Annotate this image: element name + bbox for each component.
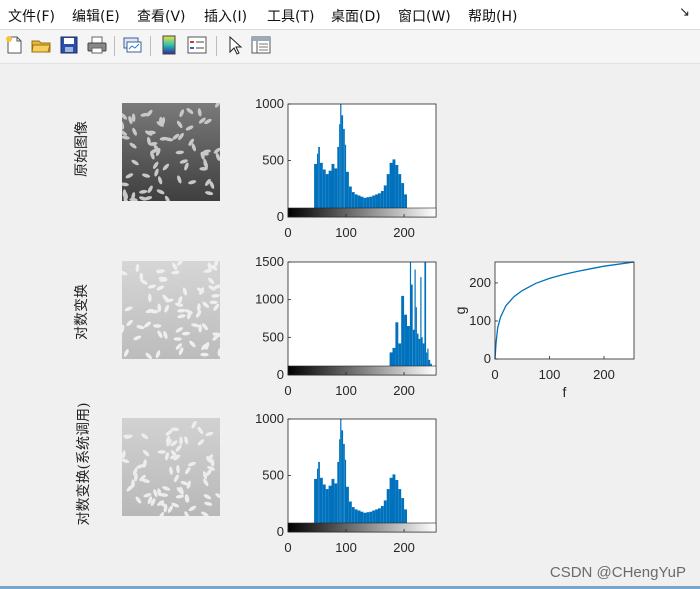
- new-figure-icon[interactable]: [3, 34, 25, 56]
- x-tick-label: 100: [335, 540, 357, 555]
- y-tick-label: 100: [469, 313, 491, 328]
- histogram-bar: [411, 284, 413, 375]
- rice-grain: [209, 300, 218, 305]
- legend-icon[interactable]: [186, 34, 208, 56]
- x-tick-label: 0: [491, 367, 498, 382]
- histogram-bar: [344, 459, 347, 532]
- histogram-bar: [339, 124, 341, 217]
- histogram-bar: [337, 461, 339, 532]
- x-axis-label: f: [563, 384, 567, 400]
- x-tick-label: 0: [284, 225, 291, 240]
- histogram-bar: [317, 468, 319, 532]
- x-tick-label: 200: [593, 367, 615, 382]
- rice-grain: [199, 167, 208, 171]
- histogram-bar: [415, 307, 417, 375]
- y-tick-label: 500: [262, 329, 284, 344]
- grayscale-colorbar: [287, 365, 437, 376]
- y-tick-label: 500: [262, 153, 284, 168]
- plot-area: [495, 262, 634, 359]
- histogram-bar: [337, 146, 339, 217]
- x-tick-label: 200: [393, 383, 415, 398]
- histogram-bar: [414, 269, 416, 375]
- print-icon[interactable]: [86, 34, 108, 56]
- open-folder-icon[interactable]: [30, 34, 52, 56]
- histogram-bar: [318, 461, 320, 532]
- menu-desktop[interactable]: 桌面(D): [331, 6, 381, 26]
- log-transformed-image: [122, 261, 220, 359]
- figure-canvas: 原始图像 对数变换 对数变换(系统调用) 0 500 1000 0 100 200 0 50…: [0, 64, 700, 589]
- histogram-bar: [420, 277, 422, 375]
- y-tick-label: 0: [277, 209, 284, 224]
- menu-insert[interactable]: 插入(I): [204, 6, 247, 26]
- menu-edit[interactable]: 编辑(E): [72, 6, 120, 26]
- pointer-icon[interactable]: [224, 34, 246, 56]
- menu-view[interactable]: 查看(V): [137, 6, 186, 26]
- histogram-bar: [409, 262, 412, 375]
- log-system-image: [122, 418, 220, 516]
- x-tick-label: 0: [284, 540, 291, 555]
- histogram-bar: [424, 262, 427, 375]
- histogram-bar: [341, 115, 344, 217]
- y-tick-label: 0: [484, 351, 491, 366]
- toolbar-separator: [114, 36, 115, 56]
- x-tick-label: 100: [539, 367, 561, 382]
- row-label-log: 对数变换: [74, 284, 90, 340]
- menu-window[interactable]: 窗口(W): [398, 6, 451, 26]
- x-tick-label: 200: [393, 540, 415, 555]
- histogram-bar: [339, 439, 341, 532]
- histogram-bar: [317, 153, 319, 217]
- y-tick-label: 1500: [255, 254, 284, 269]
- menu-bar: 文件(F) 编辑(E) 查看(V) 插入(I) 工具(T) 桌面(D) 窗口(W…: [0, 0, 700, 30]
- histogram-bar: [340, 104, 342, 217]
- original-image: [122, 103, 220, 201]
- row-label-original: 原始图像: [74, 121, 90, 177]
- dock-arrow-icon[interactable]: ↘: [679, 5, 690, 20]
- colorbar-icon[interactable]: [158, 34, 180, 56]
- toolbar-separator: [216, 36, 217, 56]
- menu-tools[interactable]: 工具(T): [267, 6, 314, 26]
- log-curve-plot: 0 100 200 0 100 200 f g: [452, 261, 635, 400]
- rice-grain: [179, 436, 183, 445]
- y-tick-label: 1000: [255, 96, 284, 111]
- y-axis-label: g: [452, 307, 468, 315]
- histogram-bar: [401, 295, 405, 375]
- histogram-bar: [343, 443, 345, 532]
- y-tick-label: 0: [277, 524, 284, 539]
- rice-grain: [157, 450, 166, 454]
- histogram-bar: [343, 128, 345, 217]
- histogram-bar: [340, 419, 342, 532]
- y-tick-label: 1000: [255, 411, 284, 426]
- y-tick-label: 0: [277, 367, 284, 382]
- x-tick-label: 100: [335, 225, 357, 240]
- rice-grain: [198, 324, 202, 333]
- grayscale-colorbar: [287, 207, 437, 218]
- x-tick-label: 0: [284, 383, 291, 398]
- watermark: CSDN @CHengYuP: [549, 564, 686, 581]
- x-tick-label: 100: [335, 383, 357, 398]
- histogram-bar: [318, 146, 320, 217]
- row-label-log-system: 对数变换(系统调用): [76, 402, 92, 526]
- menu-help[interactable]: 帮助(H): [468, 6, 517, 26]
- histogram-bar: [344, 144, 347, 217]
- y-tick-label: 500: [262, 468, 284, 483]
- property-inspector-icon[interactable]: [250, 34, 272, 56]
- y-tick-label: 200: [469, 275, 491, 290]
- histogram-log-system: 0 500 1000 0 100 200: [255, 411, 437, 555]
- toolbar-separator: [150, 36, 151, 56]
- histogram-bar: [341, 430, 344, 532]
- link-plot-icon[interactable]: [121, 34, 143, 56]
- histogram-original: 0 500 1000 0 100 200: [255, 96, 437, 240]
- histogram-log: 0 500 1000 1500 0 100 200: [255, 254, 437, 398]
- y-tick-label: 1000: [255, 292, 284, 307]
- menu-file[interactable]: 文件(F): [8, 6, 55, 26]
- grayscale-colorbar: [287, 522, 437, 533]
- x-tick-label: 200: [393, 225, 415, 240]
- save-icon[interactable]: [58, 34, 80, 56]
- toolbar: [0, 30, 700, 64]
